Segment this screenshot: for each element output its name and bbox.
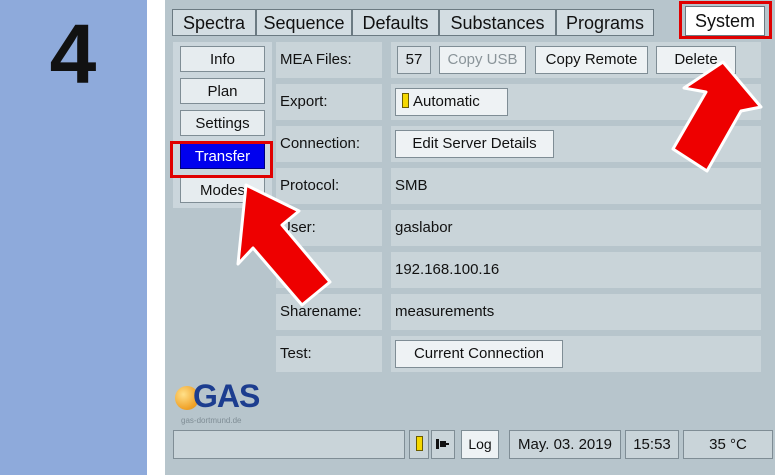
step-panel: 4 [0,0,147,475]
annotation-arrows [236,60,763,307]
step-number: 4 [49,7,97,101]
arrow-icon [671,60,763,173]
arrow-icon [236,183,332,307]
device-screen: Spectra Sequence Defaults Substances Pro… [165,0,775,475]
